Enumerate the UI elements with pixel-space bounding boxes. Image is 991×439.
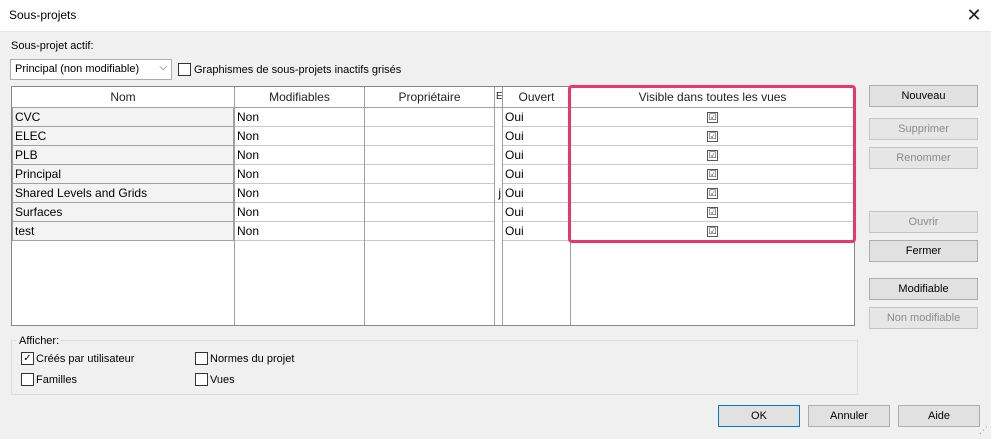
ok-button[interactable]: OK — [718, 405, 800, 427]
visible-checkbox[interactable]: ☑ — [707, 188, 718, 200]
views-label: Vues — [210, 374, 235, 386]
table-row-name[interactable]: Principal — [12, 165, 234, 184]
visible-checkbox[interactable]: ☑ — [707, 112, 718, 124]
table-cell-visible[interactable]: ☑ — [571, 165, 854, 184]
table-row-name[interactable]: test — [12, 222, 234, 241]
new-button[interactable]: Nouveau — [869, 85, 978, 107]
header-editable[interactable]: Modifiables — [235, 87, 364, 108]
header-open[interactable]: Ouvert — [503, 87, 570, 108]
help-button[interactable]: Aide — [898, 405, 980, 427]
rename-button[interactable]: Renommer — [869, 147, 978, 169]
table-cell-editable[interactable]: Non — [235, 203, 364, 222]
project-standards-label: Normes du projet — [210, 353, 295, 365]
show-group: Afficher: ✓ Créés par utilisateur Famill… — [11, 335, 858, 395]
table-cell-open[interactable]: Oui — [503, 146, 570, 165]
table-cell-open[interactable]: Oui — [503, 108, 570, 127]
visible-checkbox[interactable]: ☑ — [707, 226, 718, 238]
table-cell-owner — [365, 165, 494, 184]
title-bar: Sous-projets ✕ — [0, 0, 991, 32]
table-cell-owner — [365, 146, 494, 165]
table-cell-visible[interactable]: ☑ — [571, 127, 854, 146]
user-created-checkbox[interactable]: ✓ — [21, 352, 34, 365]
cancel-button[interactable]: Annuler — [808, 405, 890, 427]
table-row-name[interactable]: Surfaces — [12, 203, 234, 222]
table-cell-owner — [365, 108, 494, 127]
column-owner: Propriétaire — [365, 87, 495, 325]
table-cell-editable[interactable]: Non — [235, 127, 364, 146]
families-label: Familles — [36, 374, 77, 386]
subprojects-table: Nom CVC ELEC PLB Principal Shared Levels… — [11, 86, 855, 326]
column-name: Nom CVC ELEC PLB Principal Shared Levels… — [12, 87, 235, 325]
header-visible[interactable]: Visible dans toutes les vues — [571, 87, 854, 108]
table-cell-editable[interactable]: Non — [235, 146, 364, 165]
active-subproject-label: Sous-projet actif: — [11, 40, 94, 52]
table-cell-visible[interactable]: ☑ — [571, 203, 854, 222]
open-button[interactable]: Ouvrir — [869, 211, 978, 233]
table-cell-editable[interactable]: Non — [235, 108, 364, 127]
chevron-down-icon: ⌵ — [159, 62, 167, 73]
table-row-name[interactable]: Shared Levels and Grids — [12, 184, 234, 203]
resize-grip-icon[interactable]: ⋰ — [979, 425, 988, 436]
table-cell-open[interactable]: Oui — [503, 127, 570, 146]
column-editable: Modifiables Non Non Non Non Non Non Non — [235, 87, 365, 325]
column-open: Ouvert Oui Oui Oui Oui Oui Oui Oui — [503, 87, 571, 325]
table-cell-open[interactable]: Oui — [503, 203, 570, 222]
table-cell-open[interactable]: Oui — [503, 184, 570, 203]
column-borrowers: E j — [495, 87, 503, 325]
active-subproject-select[interactable]: Principal (non modifiable) ⌵ — [10, 59, 172, 80]
table-cell-owner — [365, 184, 494, 203]
close-icon[interactable]: ✕ — [957, 0, 991, 31]
non-editable-button[interactable]: Non modifiable — [869, 307, 978, 329]
table-cell-editable[interactable]: Non — [235, 184, 364, 203]
table-row-name[interactable]: ELEC — [12, 127, 234, 146]
gray-inactive-checkbox[interactable] — [178, 63, 191, 76]
table-cell-visible[interactable]: ☑ — [571, 108, 854, 127]
views-checkbox[interactable] — [195, 373, 208, 386]
table-cell-visible[interactable]: ☑ — [571, 184, 854, 203]
table-cell-owner — [365, 222, 494, 241]
column-visible: Visible dans toutes les vues ☑ ☑ ☑ ☑ ☑ ☑… — [571, 87, 854, 325]
table-cell-owner — [365, 127, 494, 146]
visible-checkbox[interactable]: ☑ — [707, 150, 718, 162]
visible-checkbox[interactable]: ☑ — [707, 131, 718, 143]
table-cell-borrowers: j — [495, 184, 502, 203]
header-name[interactable]: Nom — [12, 87, 234, 108]
table-cell-editable[interactable]: Non — [235, 222, 364, 241]
visible-checkbox[interactable]: ☑ — [707, 207, 718, 219]
gray-inactive-label: Graphismes de sous-projets inactifs gris… — [194, 64, 402, 76]
table-row-name[interactable]: PLB — [12, 146, 234, 165]
project-standards-checkbox[interactable] — [195, 352, 208, 365]
delete-button[interactable]: Supprimer — [869, 118, 978, 140]
window-title: Sous-projets — [9, 8, 77, 22]
families-checkbox[interactable] — [21, 373, 34, 386]
table-cell-open[interactable]: Oui — [503, 222, 570, 241]
header-owner[interactable]: Propriétaire — [365, 87, 494, 108]
editable-button[interactable]: Modifiable — [869, 278, 978, 300]
table-cell-open[interactable]: Oui — [503, 165, 570, 184]
table-cell-visible[interactable]: ☑ — [571, 146, 854, 165]
close-button[interactable]: Fermer — [869, 240, 978, 262]
active-subproject-value: Principal (non modifiable) — [15, 63, 140, 75]
table-cell-owner — [365, 203, 494, 222]
table-row-name[interactable]: CVC — [12, 108, 234, 127]
table-cell-visible[interactable]: ☑ — [571, 222, 854, 241]
table-cell-editable[interactable]: Non — [235, 165, 364, 184]
show-label: Afficher: — [17, 335, 62, 347]
visible-checkbox[interactable]: ☑ — [707, 169, 718, 181]
user-created-label: Créés par utilisateur — [36, 353, 135, 365]
header-borrowers[interactable]: E — [495, 87, 502, 108]
